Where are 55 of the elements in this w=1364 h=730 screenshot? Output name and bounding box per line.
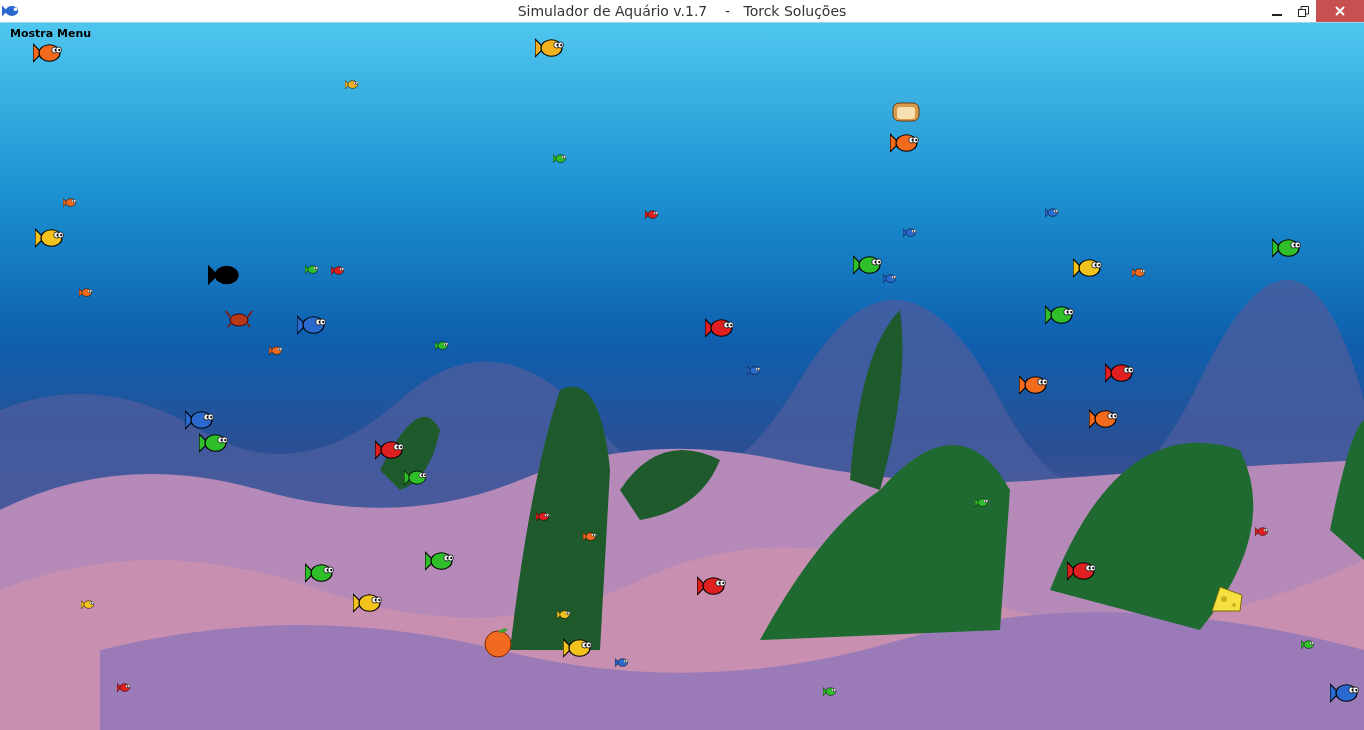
minimize-icon <box>1272 14 1282 16</box>
fish-drawing <box>404 468 428 488</box>
fish-drawing <box>1105 361 1135 385</box>
fish-drawing <box>305 561 335 585</box>
fish-drawing <box>536 511 550 523</box>
fish-drawing <box>269 345 283 357</box>
fish-drawing <box>345 79 359 91</box>
fish-drawing <box>615 657 629 669</box>
fish-drawing <box>331 265 345 277</box>
fish-drawing <box>297 313 327 337</box>
fish-drawing <box>1045 303 1075 327</box>
fish-drawing <box>557 609 571 621</box>
fish-drawing <box>563 636 593 660</box>
fish-drawing <box>1272 236 1302 260</box>
fish-drawing <box>583 531 597 543</box>
fish-drawing <box>305 264 319 276</box>
fish-drawing <box>117 682 131 694</box>
fish-drawing <box>1073 256 1103 280</box>
fish-drawing <box>1301 639 1315 651</box>
fish-drawing <box>63 197 77 209</box>
fish-drawing <box>425 549 455 573</box>
fish-drawing <box>1330 681 1360 705</box>
peach-drawing <box>482 626 514 658</box>
show-menu-button[interactable]: Mostra Menu <box>10 27 92 40</box>
fish-drawing <box>1132 267 1146 279</box>
fish-drawing <box>1089 407 1119 431</box>
fish-drawing <box>903 227 917 239</box>
fish-drawing <box>1045 207 1059 219</box>
fish-drawing <box>185 408 215 432</box>
fish-drawing <box>79 287 93 299</box>
fish-drawing <box>1255 526 1269 538</box>
fish-drawing <box>535 36 565 60</box>
cheese-drawing <box>1210 583 1244 613</box>
fish-drawing <box>747 365 761 377</box>
fish-drawing <box>375 438 405 462</box>
fish-drawing <box>1067 559 1097 583</box>
fish-drawing <box>645 209 659 221</box>
fish-drawing <box>553 153 567 165</box>
fish-drawing <box>975 497 989 509</box>
close-button[interactable] <box>1316 0 1364 22</box>
fish-drawing <box>353 591 383 615</box>
fish-drawing <box>33 41 63 65</box>
fish-drawing <box>1019 373 1049 397</box>
fish-drawing <box>823 686 837 698</box>
fish-drawing <box>705 316 735 340</box>
fish-drawing <box>435 340 449 352</box>
close-icon <box>1335 6 1345 16</box>
fish-drawing <box>890 131 920 155</box>
window-title: Simulador de Aquário v.1.7 - Torck Soluções <box>516 3 848 19</box>
fish-drawing <box>199 431 229 455</box>
fish-drawing <box>35 226 65 250</box>
fish-drawing <box>697 574 727 598</box>
fish-drawing <box>81 599 95 611</box>
bread-drawing <box>891 99 921 123</box>
restore-icon <box>1297 5 1309 17</box>
